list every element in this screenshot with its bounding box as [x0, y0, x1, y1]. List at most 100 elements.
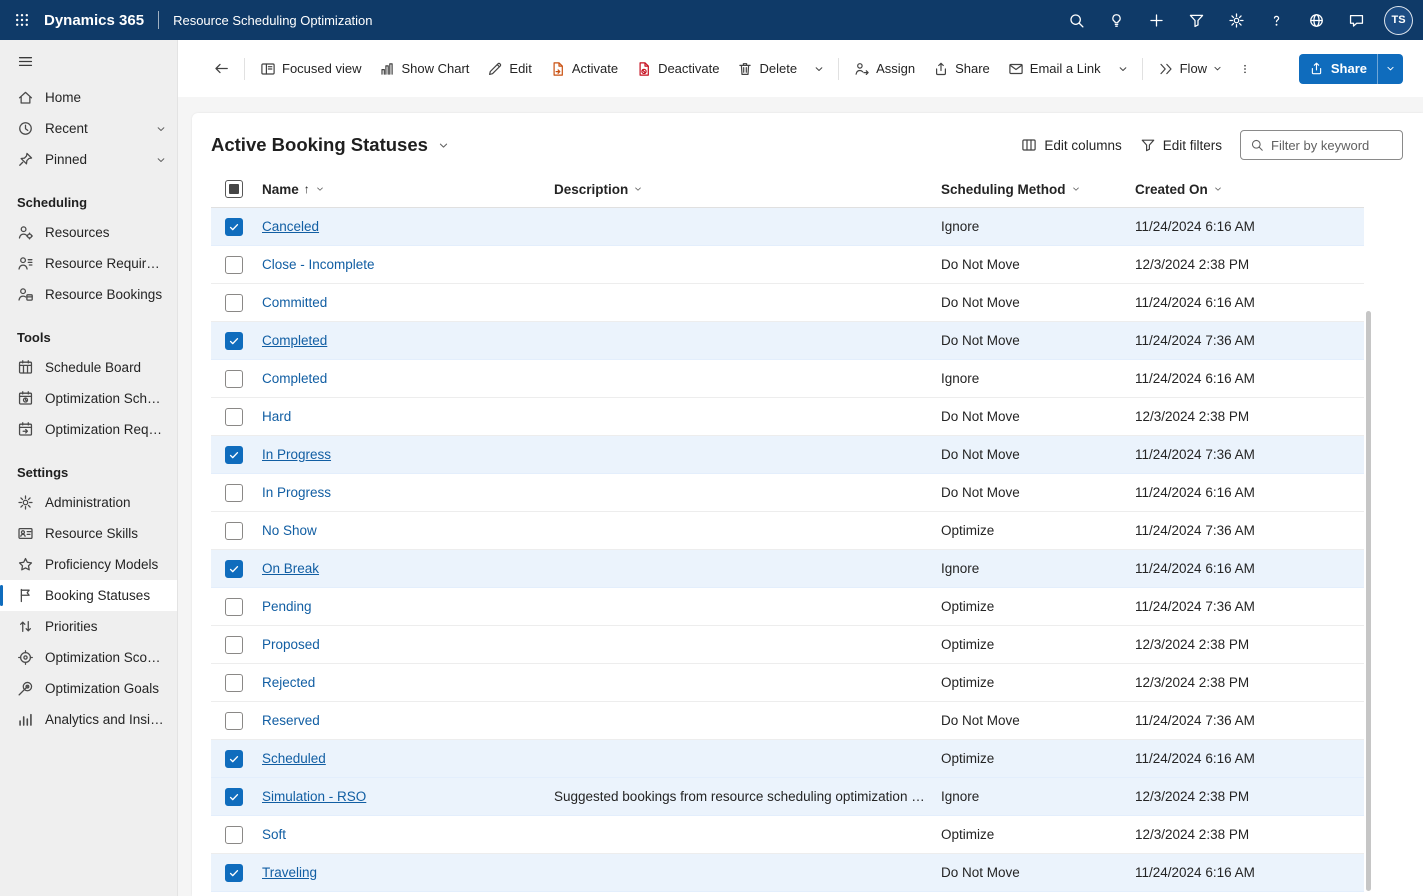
lightbulb-icon[interactable]	[1096, 0, 1136, 40]
row-checkbox[interactable]	[225, 331, 243, 350]
column-header-name[interactable]: Name ↑	[262, 182, 554, 197]
table-row[interactable]: Soft Optimize 12/3/2024 2:38 PM	[211, 816, 1364, 854]
table-row[interactable]: In Progress Do Not Move 11/24/2024 7:36 AM	[211, 436, 1364, 474]
show-chart-button[interactable]: Show Chart	[370, 52, 478, 86]
booking-status-link[interactable]: On Break	[262, 561, 319, 576]
booking-status-link[interactable]: Hard	[262, 409, 291, 424]
row-checkbox[interactable]	[225, 255, 243, 274]
share-dropdown-chevron-icon[interactable]	[1378, 54, 1403, 84]
booking-status-link[interactable]: In Progress	[262, 447, 331, 462]
booking-status-link[interactable]: Reserved	[262, 713, 320, 728]
vertical-scrollbar[interactable]	[1366, 311, 1371, 891]
sidebar-item-optimization-schedu[interactable]: Optimization Schedu...	[0, 383, 177, 414]
activate-button[interactable]: Activate	[541, 52, 627, 86]
share-split-button[interactable]: Share	[1298, 53, 1403, 84]
row-checkbox[interactable]	[225, 597, 243, 616]
row-checkbox[interactable]	[225, 217, 243, 236]
column-header-scheduling-method[interactable]: Scheduling Method	[941, 182, 1135, 197]
delete-button[interactable]: Delete	[728, 52, 806, 86]
row-checkbox[interactable]	[225, 863, 243, 882]
focused-view-button[interactable]: Focused view	[251, 52, 370, 86]
row-checkbox[interactable]	[225, 749, 243, 768]
column-header-description[interactable]: Description	[554, 182, 941, 197]
table-row[interactable]: No Show Optimize 11/24/2024 7:36 AM	[211, 512, 1364, 550]
sidebar-item-resource-skills[interactable]: Resource Skills	[0, 518, 177, 549]
row-checkbox[interactable]	[225, 711, 243, 730]
row-checkbox[interactable]	[225, 825, 243, 844]
row-checkbox[interactable]	[225, 521, 243, 540]
feedback-icon[interactable]	[1336, 0, 1376, 40]
row-checkbox[interactable]	[225, 673, 243, 692]
sidebar-item-priorities[interactable]: Priorities	[0, 611, 177, 642]
help-icon[interactable]	[1256, 0, 1296, 40]
sidebar-item-administration[interactable]: Administration	[0, 487, 177, 518]
booking-status-link[interactable]: Simulation - RSO	[262, 789, 366, 804]
table-row[interactable]: Pending Optimize 11/24/2024 7:36 AM	[211, 588, 1364, 626]
table-row[interactable]: Reserved Do Not Move 11/24/2024 7:36 AM	[211, 702, 1364, 740]
row-checkbox[interactable]	[225, 483, 243, 502]
booking-status-link[interactable]: Rejected	[262, 675, 315, 690]
row-checkbox[interactable]	[225, 445, 243, 464]
table-row[interactable]: On Break Ignore 11/24/2024 6:16 AM	[211, 550, 1364, 588]
sidebar-item-resource-requireme[interactable]: Resource Requireme...	[0, 248, 177, 279]
booking-status-link[interactable]: Completed	[262, 371, 327, 386]
table-row[interactable]: Scheduled Optimize 11/24/2024 6:16 AM	[211, 740, 1364, 778]
row-checkbox[interactable]	[225, 293, 243, 312]
booking-status-link[interactable]: Pending	[262, 599, 312, 614]
row-checkbox[interactable]	[225, 559, 243, 578]
share-button[interactable]: Share	[924, 52, 999, 86]
sidebar-item-home[interactable]: Home	[0, 82, 177, 113]
table-row[interactable]: Committed Do Not Move 11/24/2024 6:16 AM	[211, 284, 1364, 322]
more-commands-button[interactable]	[1232, 52, 1258, 86]
sidebar-item-resource-bookings[interactable]: Resource Bookings	[0, 279, 177, 310]
table-row[interactable]: Simulation - RSO Suggested bookings from …	[211, 778, 1364, 816]
booking-status-link[interactable]: Scheduled	[262, 751, 326, 766]
booking-status-link[interactable]: In Progress	[262, 485, 331, 500]
sidebar-item-proficiency-models[interactable]: Proficiency Models	[0, 549, 177, 580]
email-a-link-button[interactable]: Email a Link	[999, 52, 1110, 86]
deactivate-button[interactable]: Deactivate	[627, 52, 728, 86]
sidebar-item-booking-statuses[interactable]: Booking Statuses	[0, 580, 177, 611]
hamburger-menu-icon[interactable]	[0, 40, 34, 82]
table-row[interactable]: In Progress Do Not Move 11/24/2024 6:16 AM	[211, 474, 1364, 512]
flow-button[interactable]: Flow	[1149, 52, 1232, 86]
view-selector[interactable]: Active Booking Statuses	[211, 134, 450, 156]
chevron-down-icon[interactable]	[155, 154, 167, 166]
assign-button[interactable]: Assign	[845, 52, 924, 86]
table-row[interactable]: Completed Do Not Move 11/24/2024 7:36 AM	[211, 322, 1364, 360]
app-name[interactable]: Resource Scheduling Optimization	[173, 13, 372, 28]
booking-status-link[interactable]: Completed	[262, 333, 327, 348]
booking-status-link[interactable]: Close - Incomplete	[262, 257, 375, 272]
filter-icon[interactable]	[1176, 0, 1216, 40]
row-checkbox[interactable]	[225, 635, 243, 654]
table-row[interactable]: Completed Ignore 11/24/2024 6:16 AM	[211, 360, 1364, 398]
sidebar-item-schedule-board[interactable]: Schedule Board	[0, 352, 177, 383]
sidebar-item-optimization-scopes[interactable]: Optimization Scopes	[0, 642, 177, 673]
add-icon[interactable]	[1136, 0, 1176, 40]
booking-status-link[interactable]: Soft	[262, 827, 286, 842]
sidebar-item-recent[interactable]: Recent	[0, 113, 177, 144]
sidebar-item-optimization-goals[interactable]: Optimization Goals	[0, 673, 177, 704]
table-row[interactable]: Close - Incomplete Do Not Move 12/3/2024 2…	[211, 246, 1364, 284]
row-checkbox[interactable]	[225, 369, 243, 388]
booking-status-link[interactable]: No Show	[262, 523, 317, 538]
avatar[interactable]: TS	[1384, 5, 1413, 35]
column-header-created-on[interactable]: Created On	[1135, 182, 1364, 197]
table-row[interactable]: Traveling Do Not Move 11/24/2024 6:16 AM	[211, 854, 1364, 892]
share-primary-button[interactable]: Share	[1299, 54, 1377, 84]
row-checkbox[interactable]	[225, 787, 243, 806]
keyword-filter-input[interactable]	[1271, 137, 1393, 153]
sidebar-item-resources[interactable]: Resources	[0, 217, 177, 248]
booking-status-link[interactable]: Proposed	[262, 637, 320, 652]
globe-icon[interactable]	[1296, 0, 1336, 40]
back-button[interactable]	[204, 52, 238, 86]
sidebar-item-analytics-and-insights[interactable]: Analytics and Insights	[0, 704, 177, 735]
edit-columns-button[interactable]: Edit columns	[1021, 137, 1122, 153]
sidebar-item-optimization-requests[interactable]: Optimization Requests	[0, 414, 177, 445]
select-all-checkbox[interactable]	[225, 180, 243, 198]
search-icon[interactable]	[1056, 0, 1096, 40]
waffle-menu-icon[interactable]	[0, 0, 44, 40]
table-row[interactable]: Hard Do Not Move 12/3/2024 2:38 PM	[211, 398, 1364, 436]
row-checkbox[interactable]	[225, 407, 243, 426]
table-row[interactable]: Canceled Ignore 11/24/2024 6:16 AM	[211, 208, 1364, 246]
